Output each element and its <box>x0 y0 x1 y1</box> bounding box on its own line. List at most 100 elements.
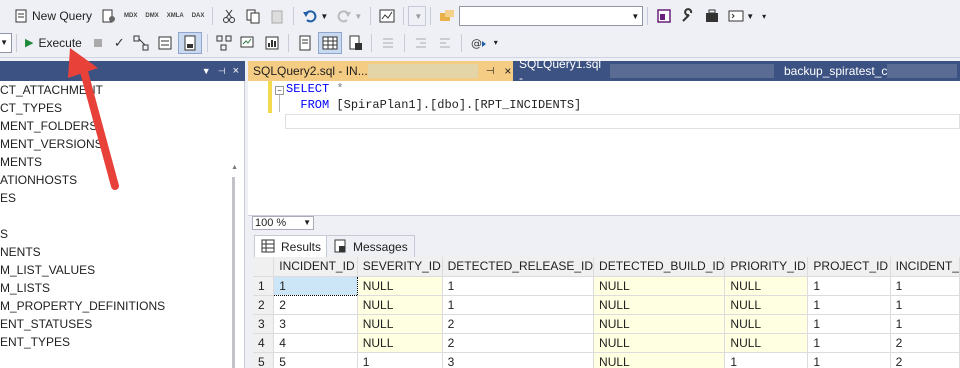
activity-monitor-button[interactable] <box>376 5 398 27</box>
client-stats-button[interactable] <box>261 32 283 54</box>
grid-cell[interactable]: NULL <box>724 295 809 315</box>
explorer-item[interactable]: ATIONHOSTS <box>0 171 244 189</box>
query-options-button[interactable] <box>154 32 176 54</box>
database-combo[interactable]: ▼ <box>0 32 12 53</box>
row-number-cell[interactable]: 5 <box>253 352 275 368</box>
column-header[interactable]: INCIDENT_ID <box>273 257 358 277</box>
grid-cell[interactable]: 2 <box>442 314 595 334</box>
grid-cell[interactable]: 1 <box>890 276 960 296</box>
tab-backup-spiratest[interactable]: backup_spiratest_c <box>779 61 960 81</box>
pin-icon[interactable]: ⊣ <box>218 66 226 77</box>
grid-cell[interactable]: NULL <box>593 276 726 296</box>
grid-cell[interactable]: 1 <box>890 295 960 315</box>
parse-button[interactable]: ✓ <box>111 32 128 54</box>
grid-cell[interactable]: 1 <box>357 352 443 368</box>
zoom-combo[interactable]: 100 % ▼ <box>252 216 314 230</box>
undo-button[interactable]: ▼ <box>299 5 331 27</box>
row-number-header[interactable] <box>253 257 275 277</box>
outline-collapse-toggle[interactable]: − <box>275 86 284 95</box>
paste-button[interactable] <box>266 5 288 27</box>
grid-cell[interactable]: 1 <box>807 314 891 334</box>
close-icon[interactable]: × <box>504 64 511 78</box>
toolbox-button[interactable] <box>701 5 723 27</box>
grid-cell[interactable]: NULL <box>593 352 726 368</box>
decrease-indent-button[interactable] <box>410 32 432 54</box>
tab-results[interactable]: Results <box>254 235 329 257</box>
comment-button[interactable] <box>377 32 399 54</box>
grid-cell[interactable]: 1 <box>442 276 595 296</box>
display-estimated-plan-button[interactable] <box>130 32 152 54</box>
grid-cell[interactable]: NULL <box>724 333 809 353</box>
explorer-item[interactable]: S <box>0 225 244 243</box>
results-to-text-button[interactable] <box>294 32 316 54</box>
grid-cell[interactable]: NULL <box>724 314 809 334</box>
grid-cell[interactable]: NULL <box>357 333 443 353</box>
scroll-up-icon[interactable]: ▲ <box>231 164 238 171</box>
grid-cell[interactable]: 3 <box>442 352 595 368</box>
tab-messages[interactable]: Messages <box>326 235 415 257</box>
database-engine-query-button[interactable] <box>97 5 119 27</box>
dax-query-button[interactable]: DAX <box>189 5 208 27</box>
grid-cell[interactable]: NULL <box>593 295 726 315</box>
explorer-item[interactable]: M_LIST_VALUES <box>0 261 244 279</box>
explorer-item[interactable]: MENT_FOLDERS <box>0 117 244 135</box>
results-to-grid-button[interactable] <box>317 31 342 54</box>
row-number-cell[interactable]: 4 <box>253 333 275 353</box>
pin-icon[interactable]: ⊣ <box>486 66 495 77</box>
column-header[interactable]: SEVERITY_ID <box>357 257 443 277</box>
properties-button[interactable] <box>677 5 699 27</box>
grid-cell[interactable]: 1 <box>807 352 891 368</box>
sql-editor[interactable]: − SELECT * FROM [SpiraPlan1].[dbo].[RPT_… <box>248 81 960 215</box>
grid-cell[interactable]: 1 <box>273 275 358 296</box>
explorer-item[interactable]: M_LISTS <box>0 279 244 297</box>
explorer-item[interactable]: M_PROPERTY_DEFINITIONS <box>0 297 244 315</box>
column-header[interactable]: DETECTED_RELEASE_ID <box>442 257 595 277</box>
disabled-dropdown[interactable]: ▼ <box>408 6 427 26</box>
increase-indent-button[interactable] <box>434 32 456 54</box>
cut-button[interactable] <box>218 5 240 27</box>
dmx-query-button[interactable]: DMX <box>142 5 161 27</box>
include-actual-plan-button[interactable] <box>213 32 235 54</box>
explorer-scrollbar-thumb[interactable] <box>232 177 235 368</box>
column-header[interactable]: PRIORITY_ID <box>724 257 809 277</box>
live-stats-button[interactable] <box>237 32 259 54</box>
grid-cell[interactable]: NULL <box>357 276 443 296</box>
grid-cell[interactable]: 1 <box>807 276 891 296</box>
grid-cell[interactable]: 2 <box>442 333 595 353</box>
explorer-item[interactable]: CT_TYPES <box>0 99 244 117</box>
tab-sqlquery2[interactable]: SQLQuery2.sql - IN... ⊣ × <box>248 61 513 81</box>
copy-button[interactable] <box>242 5 264 27</box>
close-icon[interactable]: × <box>233 65 239 77</box>
explorer-item[interactable]: MENTS <box>0 153 244 171</box>
redo-button[interactable]: ▼ <box>333 5 365 27</box>
grid-cell[interactable]: 4 <box>273 333 358 353</box>
command-window-button[interactable]: ▼ <box>725 5 757 27</box>
grid-cell[interactable]: NULL <box>724 276 809 296</box>
explorer-item[interactable] <box>0 207 244 225</box>
xmla-query-button[interactable]: XMLA <box>164 5 187 27</box>
results-to-file-button[interactable] <box>344 32 366 54</box>
search-combo[interactable]: ▼ <box>459 6 644 26</box>
column-header[interactable]: INCIDENT_ <box>890 257 960 277</box>
explorer-item[interactable]: CT_ATTACHMENT <box>0 81 244 99</box>
column-header[interactable]: DETECTED_BUILD_ID <box>593 257 726 277</box>
toolbar-overflow-button[interactable]: ▾ <box>759 5 769 27</box>
window-position-icon[interactable]: ▼ <box>202 66 211 76</box>
grid-cell[interactable]: 5 <box>273 352 358 368</box>
grid-cell[interactable]: NULL <box>593 314 726 334</box>
find-in-files-button[interactable] <box>436 5 458 27</box>
intellisense-button[interactable] <box>177 31 202 54</box>
explorer-item[interactable]: ES <box>0 189 244 207</box>
execute-button[interactable]: ▶ Execute <box>22 32 85 54</box>
row-number-cell[interactable]: 1 <box>253 276 275 296</box>
solution-explorer-button[interactable] <box>653 5 675 27</box>
grid-cell[interactable]: NULL <box>357 295 443 315</box>
specify-template-values-button[interactable]: @ <box>467 32 489 54</box>
grid-cell[interactable]: 1 <box>442 295 595 315</box>
grid-cell[interactable]: 1 <box>807 295 891 315</box>
explorer-item[interactable]: NENTS <box>0 243 244 261</box>
grid-cell[interactable]: 1 <box>890 314 960 334</box>
column-header[interactable]: PROJECT_ID <box>807 257 891 277</box>
grid-cell[interactable]: 2 <box>273 295 358 315</box>
grid-cell[interactable]: 1 <box>724 352 809 368</box>
